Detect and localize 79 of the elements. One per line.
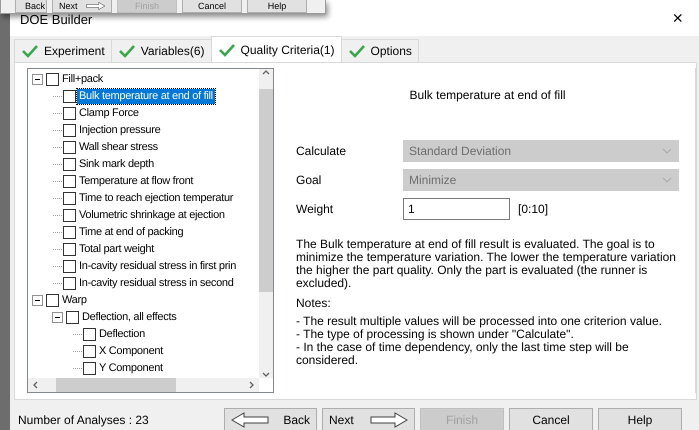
- left-arrow-icon: [231, 412, 269, 428]
- checkbox[interactable]: [63, 209, 76, 222]
- checkbox[interactable]: [66, 311, 79, 324]
- next-button[interactable]: Next: [322, 408, 415, 430]
- back-button[interactable]: Back: [15, 0, 47, 13]
- note-text: - The result multiple values will be processed into one criterion value.: [296, 315, 663, 328]
- checkbox[interactable]: [63, 243, 76, 256]
- tree-item[interactable]: Time at end of packing: [77, 225, 186, 240]
- checkbox[interactable]: [63, 107, 76, 120]
- scroll-down-icon[interactable]: [262, 372, 270, 378]
- range-hint: [0:10]: [518, 202, 548, 216]
- criterion-title: Bulk temperature at end of fill: [408, 88, 567, 102]
- tree-item[interactable]: Fill+pack: [60, 72, 106, 87]
- next-button[interactable]: Next: [52, 0, 112, 13]
- tree-item[interactable]: Total part weight: [77, 242, 156, 257]
- checkbox[interactable]: [63, 192, 76, 205]
- checkbox[interactable]: [63, 277, 76, 290]
- note-text: - The type of processing is shown under "Calculate".: [296, 328, 575, 341]
- tree-item[interactable]: Sink mark depth: [77, 157, 156, 172]
- checkbox[interactable]: [63, 124, 76, 137]
- scroll-left-icon[interactable]: [32, 381, 38, 389]
- close-button[interactable]: ×: [668, 8, 687, 28]
- dialog-button[interactable]: Help: [598, 408, 682, 430]
- dialog-button[interactable]: Help: [247, 0, 307, 13]
- checkbox[interactable]: [63, 175, 76, 188]
- check-icon: [118, 44, 136, 58]
- tab[interactable]: Options: [340, 39, 419, 62]
- checkbox[interactable]: [83, 345, 96, 358]
- checkbox[interactable]: [63, 226, 76, 239]
- tree-item[interactable]: Clamp Force: [77, 106, 141, 121]
- caret-icon: [662, 148, 672, 154]
- tree-item[interactable]: Time to reach ejection temperatur: [77, 191, 236, 206]
- collapse-icon[interactable]: [32, 295, 43, 306]
- notes-heading: Notes:: [296, 297, 332, 310]
- tree-item[interactable]: Bulk temperature at end of fill: [77, 89, 215, 104]
- right-arrow-icon: [370, 412, 408, 428]
- field-label: Goal: [296, 173, 322, 187]
- check-icon: [218, 42, 236, 56]
- tree-item[interactable]: Temperature at flow front: [77, 174, 196, 189]
- back-button[interactable]: Back: [224, 408, 317, 430]
- tree-item[interactable]: Wall shear stress: [77, 140, 160, 155]
- weight-field[interactable]: 1: [403, 198, 510, 220]
- checkbox[interactable]: [63, 141, 76, 154]
- check-icon: [348, 44, 366, 58]
- tab[interactable]: Experiment: [14, 39, 112, 62]
- vertical-scrollbar[interactable]: [259, 69, 273, 378]
- tree-item[interactable]: Injection pressure: [77, 123, 162, 138]
- checkbox[interactable]: [83, 362, 96, 375]
- checkbox[interactable]: [63, 158, 76, 171]
- tree-item[interactable]: Y Component: [97, 361, 165, 376]
- tree-item[interactable]: Deflection, all effects: [80, 310, 178, 325]
- collapse-icon[interactable]: [52, 312, 63, 323]
- scroll-right-icon[interactable]: [249, 381, 255, 389]
- tree-item[interactable]: Warp: [60, 293, 89, 308]
- window-title: DOE Builder: [20, 10, 92, 26]
- field-label: Weight: [296, 202, 334, 216]
- checkbox[interactable]: [63, 260, 76, 273]
- caret-icon: [662, 177, 672, 183]
- dialog-button[interactable]: Cancel: [509, 408, 593, 430]
- tree-item[interactable]: Volumetric shrinkage at ejection: [77, 208, 227, 223]
- tree-item[interactable]: In-cavity residual stress in first prin: [77, 259, 238, 274]
- horizontal-scrollbar[interactable]: [28, 378, 259, 392]
- checkbox[interactable]: [46, 294, 59, 307]
- tab[interactable]: Quality Criteria(1): [210, 36, 342, 62]
- dialog-button[interactable]: Cancel: [182, 0, 242, 13]
- scroll-up-icon[interactable]: [262, 69, 270, 75]
- tree-item[interactable]: In-cavity residual stress in second: [77, 276, 236, 291]
- analyses-count: Number of Analyses : 23: [18, 412, 150, 427]
- checkbox[interactable]: [46, 73, 59, 86]
- description-text: The Bulk temperature at end of fill result is evaluated. The goal is to minimize the temperature variation. The lower the temperature variation the higher the part quality. Only the part is evaluated (the runner is excluded).: [296, 238, 677, 290]
- collapse-icon[interactable]: [32, 74, 43, 85]
- note-text: - In the case of time dependency, only the last time step will be considered.: [296, 341, 630, 367]
- field-label: Calculate: [296, 144, 348, 158]
- tree-item[interactable]: X Component: [97, 344, 165, 359]
- right-arrow-icon: [86, 1, 105, 11]
- tree-item[interactable]: Deflection: [97, 327, 147, 342]
- checkbox[interactable]: [83, 328, 96, 341]
- checkbox[interactable]: [63, 90, 76, 103]
- check-icon: [21, 44, 39, 58]
